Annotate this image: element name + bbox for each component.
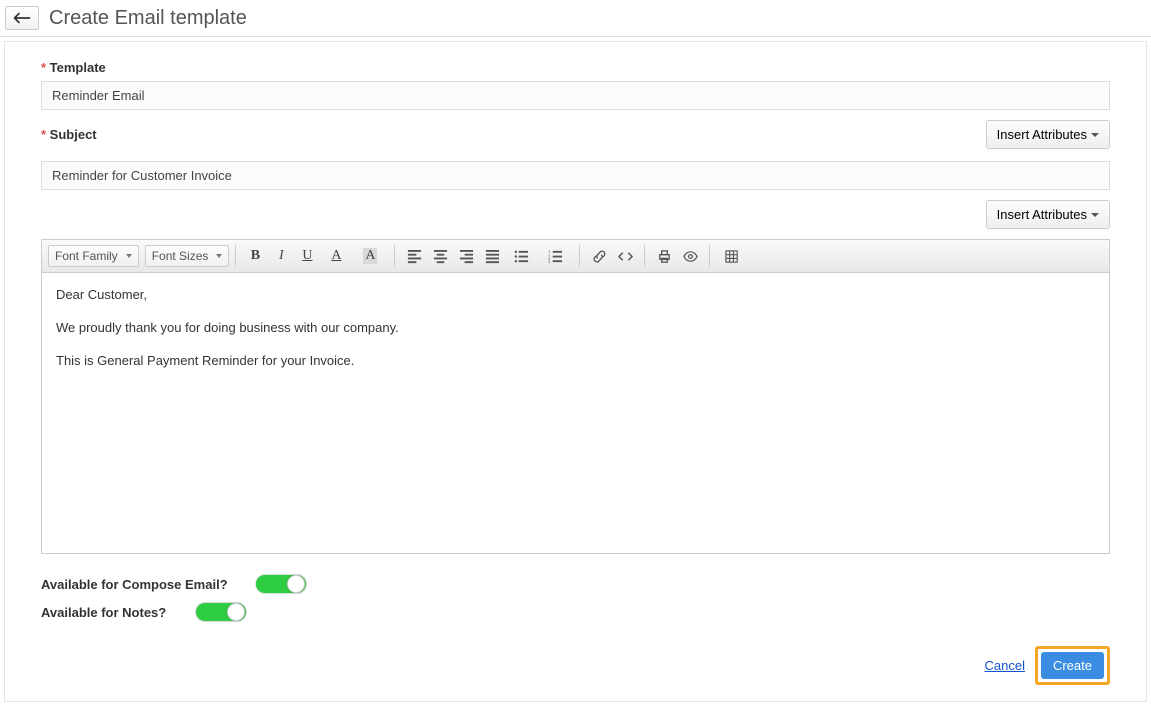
table-button[interactable] [716, 244, 750, 268]
subject-input[interactable] [41, 161, 1110, 190]
source-code-button[interactable] [612, 244, 638, 268]
editor-line: We proudly thank you for doing business … [56, 318, 1095, 339]
background-color-button[interactable]: A [354, 244, 388, 268]
font-family-select[interactable]: Font Family [48, 245, 139, 267]
align-left-button[interactable] [401, 244, 427, 268]
chevron-down-icon [126, 254, 132, 258]
align-justify-button[interactable] [479, 244, 505, 268]
template-label: Template [41, 60, 106, 75]
chevron-down-icon [1091, 213, 1099, 217]
template-input[interactable] [41, 81, 1110, 110]
notes-toggle[interactable] [195, 602, 247, 622]
align-center-button[interactable] [427, 244, 453, 268]
bullet-list-button[interactable] [505, 244, 539, 268]
editor-line: Dear Customer, [56, 285, 1095, 306]
cancel-link[interactable]: Cancel [985, 658, 1025, 673]
chevron-down-icon [216, 254, 222, 258]
back-button[interactable] [5, 6, 39, 30]
editor-toolbar: Font Family Font Sizes B I U A A [42, 240, 1109, 273]
compose-toggle-label: Available for Compose Email? [41, 577, 241, 592]
chevron-down-icon [1091, 133, 1099, 137]
svg-text:3: 3 [548, 260, 551, 264]
italic-button[interactable]: I [268, 244, 294, 268]
editor-line: This is General Payment Reminder for you… [56, 351, 1095, 372]
compose-email-toggle[interactable] [255, 574, 307, 594]
notes-toggle-label: Available for Notes? [41, 605, 181, 620]
print-button[interactable] [651, 244, 677, 268]
insert-attributes-label: Insert Attributes [997, 127, 1087, 142]
back-arrow-icon [13, 11, 31, 25]
subject-label: Subject [41, 127, 97, 142]
page-title: Create Email template [49, 7, 247, 30]
underline-button[interactable]: U [294, 244, 320, 268]
align-right-button[interactable] [453, 244, 479, 268]
bold-button[interactable]: B [242, 244, 268, 268]
editor-body[interactable]: Dear Customer, We proudly thank you for … [42, 273, 1109, 553]
font-sizes-select[interactable]: Font Sizes [145, 245, 230, 267]
insert-attributes-body-button[interactable]: Insert Attributes [986, 200, 1110, 229]
text-color-button[interactable]: A [320, 244, 354, 268]
numbered-list-button[interactable]: 123 [539, 244, 573, 268]
create-button-highlight: Create [1035, 646, 1110, 685]
preview-button[interactable] [677, 244, 703, 268]
link-button[interactable] [586, 244, 612, 268]
create-button[interactable]: Create [1041, 652, 1104, 679]
rich-text-editor: Font Family Font Sizes B I U A A [41, 239, 1110, 554]
insert-attributes-label: Insert Attributes [997, 207, 1087, 222]
insert-attributes-subject-button[interactable]: Insert Attributes [986, 120, 1110, 149]
